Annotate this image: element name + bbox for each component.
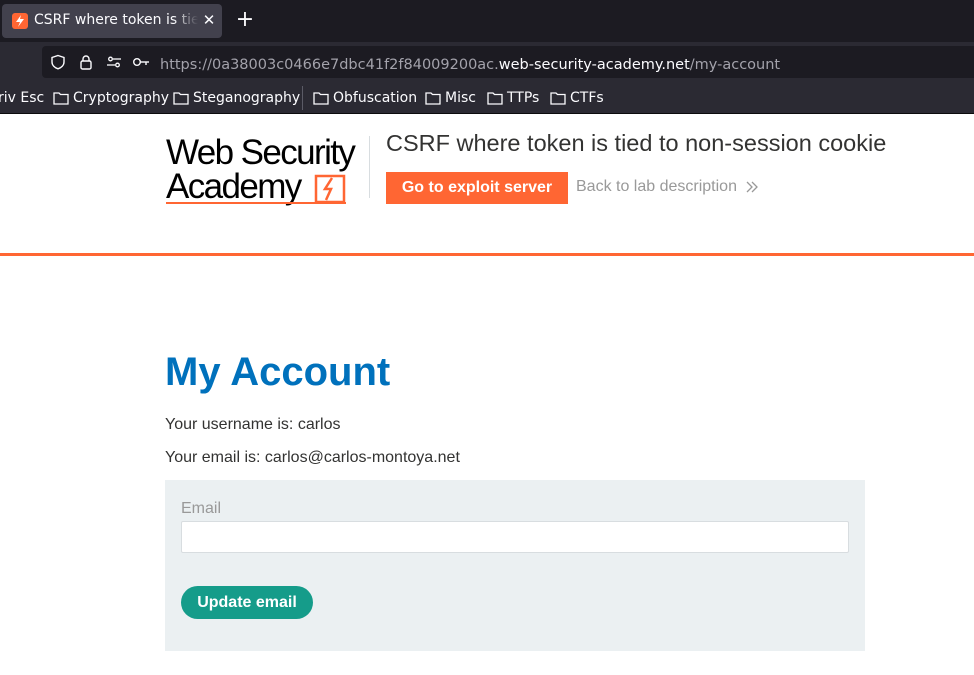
browser-nav-bar: https://0a38003c0466e7dbc41f2f84009200ac… [0,42,974,82]
bookmark-priv-esc[interactable]: riv Esc [0,89,44,107]
browser-tab-bar: CSRF where token is tied to non-session … [0,0,974,42]
go-to-exploit-server-button[interactable]: Go to exploit server [386,172,568,204]
update-email-button[interactable]: Update email [181,586,313,619]
lab-header: Web Security Academy CSRF where token is… [0,114,974,256]
folder-icon [313,92,329,105]
key-icon[interactable] [132,54,149,70]
folder-icon [53,92,69,105]
folder-icon [487,92,503,105]
new-tab-icon[interactable]: + [234,9,256,31]
url-bar[interactable]: https://0a38003c0466e7dbc41f2f84009200ac… [42,46,974,78]
lightning-favicon-icon [12,13,28,29]
change-email-form: Email Update email [165,480,865,651]
bookmark-folder-obfuscation[interactable]: Obfuscation [313,89,417,107]
bookmark-folder-ctfs[interactable]: CTFs [550,89,604,107]
shield-icon[interactable] [50,54,66,70]
double-chevron-right-icon [746,181,758,193]
bookmarks-toolbar: riv Esc Cryptography Steganography Obfus… [0,82,974,114]
logo-underline [166,202,346,204]
bookmark-folder-steganography[interactable]: Steganography [173,89,300,107]
close-tab-icon[interactable]: ✕ [200,11,218,29]
folder-icon [425,92,441,105]
web-security-academy-logo[interactable]: Web Security Academy [166,134,366,206]
page-title: My Account [165,350,391,394]
folder-icon [173,92,189,105]
permissions-icon[interactable] [106,54,122,70]
browser-tab[interactable]: CSRF where token is tied to non-session … [2,4,222,38]
bookmark-folder-misc[interactable]: Misc [425,89,476,107]
email-input[interactable] [181,521,849,553]
back-to-lab-description-link[interactable]: Back to lab description [576,178,758,196]
page-content: Web Security Academy CSRF where token is… [0,114,974,675]
email-label: Email [181,500,222,517]
lab-title: CSRF where token is tied to non-session … [386,130,887,156]
folder-icon [550,92,566,105]
url-text[interactable]: https://0a38003c0466e7dbc41f2f84009200ac… [160,57,780,73]
tab-title: CSRF where token is tied to non-session … [34,12,198,28]
bookmark-folder-cryptography[interactable]: Cryptography [53,89,169,107]
email-info: Your email is: carlos@carlos-montoya.net [165,449,460,466]
lock-icon[interactable] [78,54,94,70]
bookmarks-separator [302,86,303,110]
header-divider [369,136,370,198]
lightning-bolt-logo-icon [314,174,346,204]
username-info: Your username is: carlos [165,416,341,433]
bookmark-folder-ttps[interactable]: TTPs [487,89,539,107]
